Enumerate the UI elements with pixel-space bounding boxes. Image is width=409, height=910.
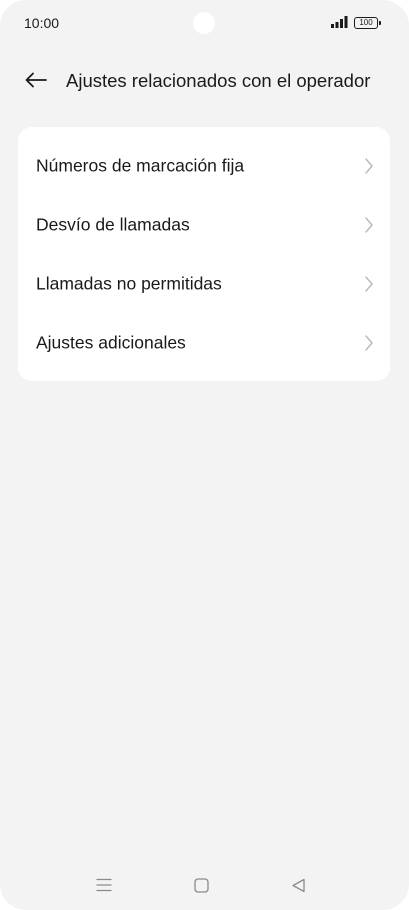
home-button[interactable] xyxy=(191,875,211,895)
menu-item-label: Ajustes adicionales xyxy=(36,332,186,352)
status-bar: 10:00 100 xyxy=(0,0,409,46)
page-title: Ajustes relacionados con el operador xyxy=(66,70,371,91)
back-nav-button[interactable] xyxy=(288,875,308,895)
menu-item-label: Desvío de llamadas xyxy=(36,214,190,234)
menu-item-fixed-dialing[interactable]: Números de marcación fija xyxy=(18,136,390,195)
menu-item-additional-settings[interactable]: Ajustes adicionales xyxy=(18,313,390,372)
navigation-bar xyxy=(0,866,409,904)
back-triangle-icon xyxy=(291,878,305,892)
menu-icon xyxy=(96,878,112,892)
signal-icon xyxy=(331,16,348,28)
chevron-right-icon xyxy=(365,216,373,233)
chevron-right-icon xyxy=(365,334,373,351)
settings-card: Números de marcación fija Desvío de llam… xyxy=(18,127,390,381)
status-time: 10:00 xyxy=(24,15,60,31)
battery-icon: 100 xyxy=(354,17,381,29)
home-icon xyxy=(193,877,209,893)
phone-screen: 10:00 100 Ajustes relacionados con el op… xyxy=(0,0,409,910)
menu-item-call-barring[interactable]: Llamadas no permitidas xyxy=(18,254,390,313)
back-button[interactable] xyxy=(22,66,50,94)
chevron-right-icon xyxy=(365,157,373,174)
arrow-left-icon xyxy=(25,72,47,88)
header: Ajustes relacionados con el operador xyxy=(0,60,409,100)
camera-cutout xyxy=(193,12,215,34)
recent-apps-button[interactable] xyxy=(94,875,114,895)
chevron-right-icon xyxy=(365,275,373,292)
menu-item-label: Números de marcación fija xyxy=(36,155,245,175)
menu-item-call-forwarding[interactable]: Desvío de llamadas xyxy=(18,195,390,254)
battery-level: 100 xyxy=(359,18,373,27)
menu-item-label: Llamadas no permitidas xyxy=(36,273,222,293)
